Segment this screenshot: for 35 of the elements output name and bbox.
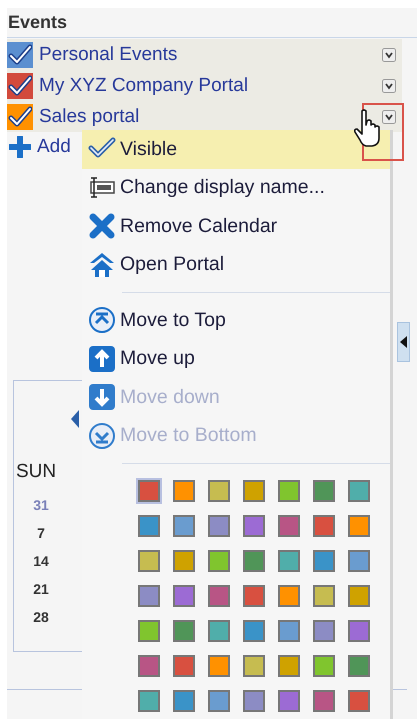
hand-cursor-icon (353, 108, 383, 148)
menu-item[interactable]: Move to Top (82, 301, 390, 340)
calendar-checkbox[interactable] (7, 42, 33, 68)
add-link[interactable]: Add (37, 136, 71, 158)
day-number[interactable]: 14 (33, 553, 49, 581)
menu-item[interactable]: Remove Calendar (82, 207, 390, 246)
weekday-header: SUN (15, 461, 56, 483)
plus-icon[interactable] (9, 136, 31, 158)
day-number[interactable]: 21 (33, 581, 49, 609)
day-number[interactable]: 28 (33, 609, 49, 637)
collapse-toggle[interactable] (397, 322, 410, 362)
double-arrow-down-icon (88, 422, 116, 450)
calendar-item[interactable]: My XYZ Company Portal (7, 70, 402, 101)
menu-item[interactable]: Open Portal (82, 246, 390, 284)
collapse-arrow-icon (400, 336, 407, 348)
close-icon (88, 212, 116, 240)
day-number[interactable]: 7 (37, 525, 45, 553)
panel-title: Events (7, 8, 417, 38)
menu-item[interactable]: Visible (82, 130, 390, 168)
dropdown-button[interactable] (382, 78, 396, 92)
menu-item[interactable]: Change display name... (82, 168, 390, 207)
dropdown-button[interactable] (382, 48, 396, 62)
calendar-name: Personal Events (39, 44, 178, 66)
arrow-up-icon (88, 344, 116, 373)
calendar-name: My XYZ Company Portal (39, 74, 250, 96)
dropdown-button[interactable] (382, 110, 396, 124)
arrow-down-icon (88, 383, 116, 412)
calendar-name: Sales portal (39, 106, 140, 128)
calendar-checkbox[interactable] (7, 104, 33, 130)
calendar-item[interactable]: Personal Events (7, 39, 402, 70)
double-arrow-up-icon (88, 306, 116, 334)
house-icon (88, 250, 116, 279)
previous-month-icon[interactable] (70, 409, 80, 429)
calendar-checkbox[interactable] (7, 72, 33, 98)
menu-item[interactable]: Move up (82, 340, 390, 378)
